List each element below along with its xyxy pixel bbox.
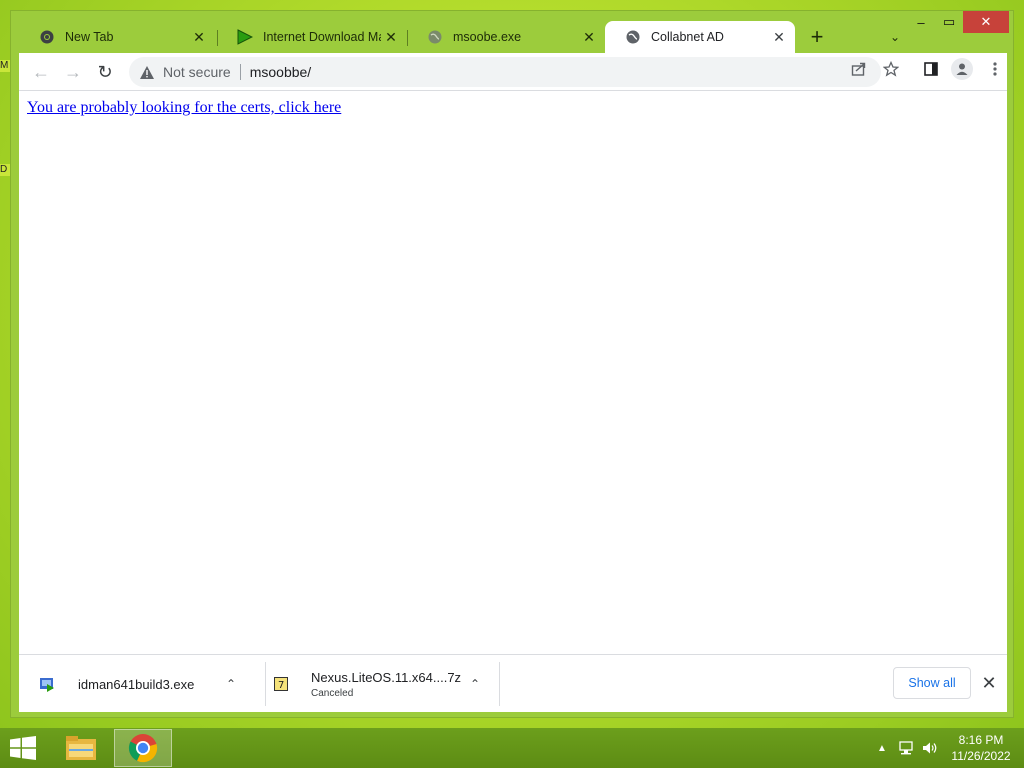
omnibox-divider <box>239 64 241 80</box>
download-filename: idman641build3.exe <box>78 676 195 692</box>
desktop-icon-label-d: D <box>0 164 10 176</box>
share-icon[interactable] <box>849 59 869 79</box>
tab-title: msoobe.exe <box>453 30 522 44</box>
close-tab-icon[interactable]: ✕ <box>189 29 209 46</box>
side-panel-icon[interactable] <box>921 59 941 79</box>
reload-button[interactable]: ↻ <box>91 58 119 86</box>
svg-text:7: 7 <box>278 680 284 691</box>
chevron-up-icon[interactable]: ⌃ <box>465 674 485 694</box>
tab-search-button[interactable]: ⌄ <box>879 21 911 53</box>
browser-window: – ▭ ✕ New Tab ✕ Internet Download Manage… <box>10 10 1014 718</box>
tab-title: Collabnet AD <box>651 30 724 44</box>
tab-internet-download-manager[interactable]: Internet Download Manager ✕ <box>217 21 407 53</box>
system-clock[interactable]: 8:16 PM 11/26/2022 <box>946 732 1016 764</box>
browser-toolbar: ← → ↻ Not secure msoobbe/ <box>19 53 1007 91</box>
forward-button[interactable]: → <box>59 58 87 86</box>
download-filename: Nexus.LiteOS.11.x64....7z <box>311 669 462 685</box>
globe-icon <box>625 29 641 45</box>
download-status: Canceled <box>311 687 354 699</box>
show-all-button[interactable]: Show all <box>893 667 971 699</box>
clock-date: 11/26/2022 <box>951 749 1011 763</box>
download-item-nexus[interactable]: 7 Nexus.LiteOS.11.x64....7z Canceled <box>271 661 461 707</box>
certs-link[interactable]: You are probably looking for the certs, … <box>27 99 341 117</box>
tab-collabnet-ad[interactable]: Collabnet AD ✕ <box>605 21 795 53</box>
windows-start-icon[interactable] <box>6 734 40 762</box>
installer-icon <box>37 674 57 694</box>
back-button[interactable]: ← <box>27 58 55 86</box>
idm-icon <box>237 29 253 45</box>
menu-kebab-icon[interactable] <box>985 59 1005 79</box>
profile-avatar-icon[interactable] <box>951 58 973 80</box>
show-hidden-icons-icon[interactable]: ▲ <box>874 740 890 756</box>
volume-icon[interactable] <box>922 740 938 756</box>
desktop-icon-label-m: M <box>0 60 10 72</box>
chrome-taskbar-icon[interactable] <box>114 729 172 767</box>
file-explorer-icon[interactable] <box>52 729 110 767</box>
download-shelf: idman641build3.exe ⌃ 7 Nexus.LiteOS.11.x… <box>19 654 1007 712</box>
new-tab-button[interactable]: + <box>801 21 833 53</box>
close-download-shelf-button[interactable]: ✕ <box>977 671 1001 695</box>
tab-strip: New Tab ✕ Internet Download Manager ✕ ms… <box>19 21 1013 53</box>
taskbar: ▲ 8:16 PM 11/26/2022 <box>0 728 1024 768</box>
address-bar[interactable]: Not secure msoobbe/ <box>129 57 881 87</box>
url-text[interactable]: msoobbe/ <box>250 64 311 80</box>
security-status[interactable]: Not secure <box>163 64 231 80</box>
warning-icon[interactable] <box>139 64 155 80</box>
chevron-up-icon[interactable]: ⌃ <box>221 674 241 694</box>
close-tab-icon[interactable]: ✕ <box>579 29 599 46</box>
download-item-idman[interactable]: idman641build3.exe <box>37 661 194 707</box>
tab-msoobe[interactable]: msoobe.exe ✕ <box>407 21 605 53</box>
close-tab-icon[interactable]: ✕ <box>769 29 789 46</box>
download-divider <box>499 662 500 706</box>
network-icon[interactable] <box>898 740 914 756</box>
clock-time: 8:16 PM <box>958 733 1004 747</box>
tab-title: New Tab <box>65 30 114 44</box>
archive-icon: 7 <box>271 674 291 694</box>
globe-icon <box>427 29 443 45</box>
tab-title: Internet Download Manager <box>263 30 381 44</box>
bookmark-star-icon[interactable] <box>881 59 901 79</box>
page-content: You are probably looking for the certs, … <box>19 91 1007 654</box>
tab-new-tab[interactable]: New Tab ✕ <box>19 21 215 53</box>
chrome-icon <box>39 29 55 45</box>
close-tab-icon[interactable]: ✕ <box>381 29 401 46</box>
download-divider <box>265 662 266 706</box>
